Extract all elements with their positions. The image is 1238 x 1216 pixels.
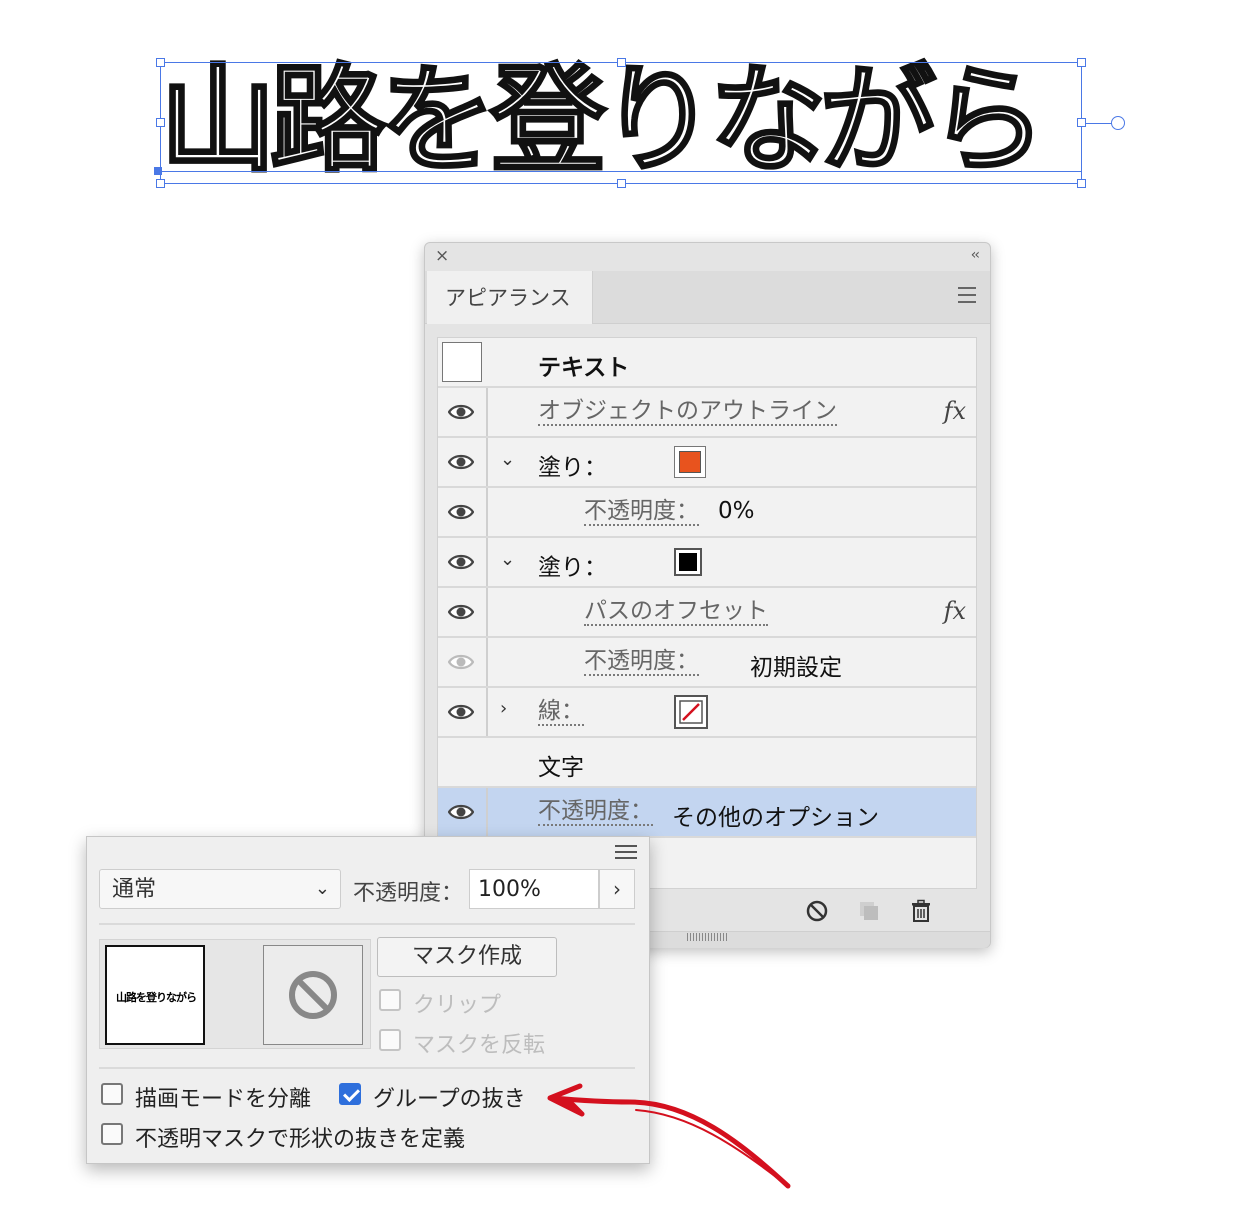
blend-mode-value: 通常 — [112, 877, 157, 902]
annotation-arrow-icon — [547, 1083, 791, 1189]
resize-handle-bottom-right[interactable] — [1077, 179, 1086, 188]
opacity-value: 0% — [718, 498, 755, 524]
appearance-row-offset-path[interactable]: パスのオフセット fx — [438, 588, 976, 638]
appearance-row-opacity-selected[interactable]: 不透明度： その他のオプション — [438, 788, 976, 838]
object-thumbnail — [442, 342, 482, 382]
resize-grip-icon[interactable] — [687, 933, 727, 941]
eye-icon[interactable] — [447, 553, 475, 571]
eye-icon-dimmed[interactable] — [447, 653, 475, 671]
appearance-row-outline-effect[interactable]: オブジェクトのアウトライン fx — [438, 388, 976, 438]
panel-title-bar: × ‹‹ — [425, 243, 990, 271]
fx-icon[interactable]: fx — [944, 397, 966, 425]
collapse-icon[interactable]: ‹‹ — [971, 247, 980, 263]
blend-mode-select[interactable]: 通常 ⌄ — [99, 869, 341, 909]
effect-link[interactable]: パスのオフセット — [584, 598, 768, 626]
resize-handle-top-left[interactable] — [156, 58, 165, 67]
no-mask-icon — [289, 971, 337, 1019]
panel-options-icon[interactable] — [615, 845, 637, 863]
chevron-down-icon[interactable]: ⌄ — [500, 549, 515, 570]
eye-icon[interactable] — [447, 803, 475, 821]
clear-appearance-icon[interactable] — [805, 899, 829, 923]
clip-checkbox[interactable] — [379, 989, 401, 1011]
opacity-link[interactable]: 不透明度： — [584, 648, 699, 676]
appearance-row-text[interactable]: テキスト — [438, 338, 976, 388]
resize-handle-top[interactable] — [617, 58, 626, 67]
knockout-group-label: グループの抜き — [373, 1087, 526, 1112]
eye-icon[interactable] — [447, 453, 475, 471]
text-thread-line — [1086, 123, 1112, 124]
eye-icon[interactable] — [447, 703, 475, 721]
opacity-link[interactable]: 不透明度： — [538, 798, 653, 826]
trash-icon[interactable] — [909, 899, 933, 923]
eye-icon[interactable] — [447, 403, 475, 421]
fx-icon[interactable]: fx — [944, 597, 966, 625]
invert-mask-label: マスクを反転 — [413, 1033, 546, 1058]
appearance-row-fill-orange[interactable]: ⌄ 塗り： — [438, 438, 976, 488]
stroke-link[interactable]: 線： — [538, 698, 584, 726]
resize-handle-right[interactable] — [1077, 118, 1086, 127]
knockout-group-checkbox[interactable] — [339, 1083, 361, 1105]
chevron-down-icon[interactable]: ⌄ — [500, 449, 515, 470]
text-baseline — [160, 171, 1082, 172]
appearance-row-stroke[interactable]: › 線： — [438, 688, 976, 738]
opacity-stepper-button[interactable]: › — [599, 869, 635, 909]
appearance-list: テキスト オブジェクトのアウトライン fx ⌄ 塗り： 不透明度： 0% ⌄ 塗… — [437, 337, 977, 889]
eye-icon[interactable] — [447, 503, 475, 521]
fill-label: 塗り： — [538, 555, 607, 581]
stroke-swatch-none[interactable] — [674, 695, 708, 729]
isolate-blending-checkbox[interactable] — [101, 1083, 123, 1105]
invert-mask-checkbox[interactable] — [379, 1029, 401, 1051]
appearance-row-opacity-zero[interactable]: 不透明度： 0% — [438, 488, 976, 538]
chevron-down-icon: ⌄ — [314, 878, 330, 899]
resize-handle-bottom[interactable] — [617, 179, 626, 188]
out-port-handle[interactable] — [1111, 116, 1125, 130]
tab-appearance[interactable]: アピアランス — [427, 271, 593, 324]
clip-label: クリップ — [413, 993, 502, 1018]
resize-handle-top-right[interactable] — [1077, 58, 1086, 67]
opacity-link[interactable]: 不透明度： — [584, 498, 699, 526]
opacity-value: その他のオプション — [672, 805, 879, 831]
opacity-value: 初期設定 — [750, 655, 842, 681]
eye-icon[interactable] — [447, 603, 475, 621]
isolate-blending-label: 描画モードを分離 — [135, 1087, 312, 1112]
row-label: 文字 — [538, 755, 584, 781]
appearance-row-opacity-default[interactable]: 不透明度： 初期設定 — [438, 638, 976, 688]
resize-handle-left[interactable] — [156, 118, 165, 127]
panel-tabbar: アピアランス — [425, 271, 990, 324]
fill-swatch-black[interactable] — [674, 548, 702, 576]
close-icon[interactable]: × — [435, 246, 449, 266]
opacity-label: 不透明度： — [353, 881, 464, 906]
text-artwork[interactable]: 山路を登りながら — [159, 58, 1082, 184]
fill-swatch-orange[interactable] — [674, 446, 706, 478]
row-label: テキスト — [538, 355, 630, 381]
appearance-row-characters[interactable]: 文字 — [438, 738, 976, 788]
mask-thumbnail[interactable] — [263, 945, 363, 1045]
baseline-anchor[interactable] — [154, 167, 162, 175]
artwork-text[interactable]: 山路を登りながら — [159, 58, 1082, 183]
fill-label: 塗り： — [538, 455, 607, 481]
appearance-row-fill-black[interactable]: ⌄ 塗り： — [438, 538, 976, 588]
opacity-mask-knockout-checkbox[interactable] — [101, 1123, 123, 1145]
opacity-input[interactable]: 100% — [469, 869, 599, 909]
resize-handle-bottom-left[interactable] — [156, 179, 165, 188]
effect-link[interactable]: オブジェクトのアウトライン — [538, 398, 837, 426]
opacity-mask-knockout-label: 不透明マスクで形状の抜きを定義 — [135, 1127, 466, 1152]
artwork-thumbnail-text: 山路を登りながら — [116, 991, 197, 1004]
chevron-right-icon[interactable]: › — [500, 698, 507, 719]
hamburger-icon[interactable] — [958, 287, 976, 308]
make-mask-button[interactable]: マスク作成 — [377, 937, 557, 977]
duplicate-item-icon[interactable] — [857, 899, 881, 923]
artwork-thumbnail[interactable]: 山路を登りながら — [105, 945, 205, 1045]
